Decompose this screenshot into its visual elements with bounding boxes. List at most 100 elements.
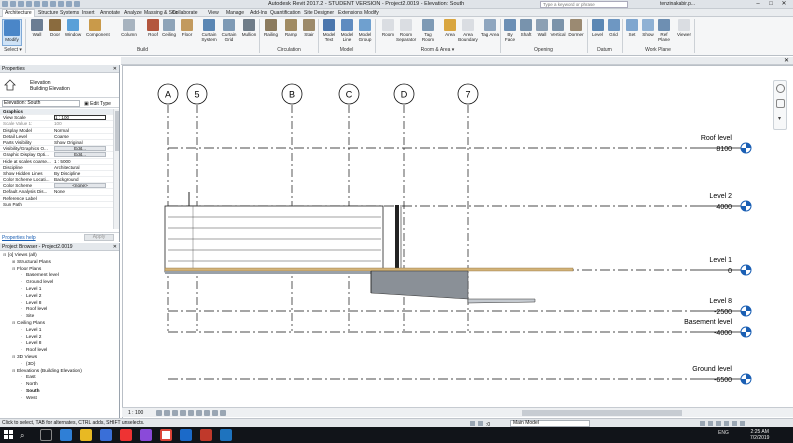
steering-wheel-icon[interactable] — [776, 84, 785, 93]
user-account[interactable]: tenzinakabir.p... — [660, 1, 695, 7]
measure-icon[interactable] — [50, 1, 56, 7]
area-boundary-button[interactable]: Area Boundary — [458, 19, 478, 42]
select-links-icon[interactable] — [700, 421, 705, 426]
wall-button[interactable]: Wall — [534, 19, 550, 37]
browser-node[interactable]: · Level 2 — [0, 334, 119, 341]
ribbon-tab-architecture[interactable]: Architecture — [2, 9, 35, 17]
search-icon[interactable]: ⌕ — [20, 431, 24, 441]
door-button[interactable]: Door — [46, 19, 64, 37]
select-by-face-icon[interactable] — [724, 421, 729, 426]
ribbon-tab-insert[interactable]: Insert — [82, 10, 95, 16]
viewer-button[interactable]: Viewer — [676, 19, 692, 37]
property-row[interactable]: Sun Path — [0, 202, 113, 208]
close-icon[interactable]: ✕ — [778, 0, 790, 9]
level-button[interactable]: Level — [590, 19, 605, 37]
window-button[interactable]: Window — [64, 19, 82, 37]
tag-room-button[interactable]: Tag Room — [418, 19, 438, 42]
ribbon-tab-collaborate[interactable]: Collaborate — [172, 10, 198, 16]
level-head-icon[interactable] — [740, 142, 752, 154]
ribbon-tab-systems[interactable]: Systems — [60, 10, 79, 16]
level-head-icon[interactable] — [740, 326, 752, 338]
autodesk-icon[interactable] — [200, 429, 212, 441]
print-icon[interactable] — [42, 1, 48, 7]
crop-view-icon[interactable] — [188, 410, 194, 416]
visual-style-icon[interactable] — [164, 410, 170, 416]
task-view-icon[interactable] — [40, 429, 52, 441]
building-elevation[interactable] — [164, 192, 574, 304]
set-button[interactable]: Set — [624, 19, 640, 37]
app-menu-icon[interactable] — [2, 1, 8, 7]
level-head-icon[interactable] — [740, 373, 752, 385]
store-icon[interactable] — [100, 429, 112, 441]
browser-node[interactable]: · Basement level — [0, 272, 119, 279]
browser-node[interactable]: · South — [0, 388, 119, 395]
area-button[interactable]: Area — [440, 19, 460, 37]
worksets-icon[interactable] — [470, 421, 475, 426]
browser-node[interactable]: ⊟ Ceiling Plans — [0, 320, 119, 327]
elevation-view-canvas[interactable]: A 5 B C D 7 Roof level 8100 Level 2 4000 Level 1 0 L… — [122, 65, 793, 418]
hide-isolate-icon[interactable] — [212, 410, 218, 416]
mail-icon[interactable] — [120, 429, 132, 441]
instance-selector[interactable]: Elevation: South — [2, 100, 80, 107]
close-browser-icon[interactable]: ✕ — [113, 243, 117, 251]
sun-path-icon[interactable] — [172, 410, 178, 416]
ribbon-tab-add-ins[interactable]: Add-Ins — [250, 10, 267, 16]
browser-node[interactable]: ⊞ Structural Plans — [0, 259, 119, 266]
lock-icon[interactable] — [204, 410, 210, 416]
filter-icon[interactable] — [740, 421, 745, 426]
ramp-button[interactable]: Ramp — [282, 19, 300, 37]
browser-node[interactable]: · West — [0, 395, 119, 402]
show-crop-icon[interactable] — [196, 410, 202, 416]
sync-icon[interactable] — [478, 421, 483, 426]
section-icon[interactable] — [74, 1, 80, 7]
component-button[interactable]: Component — [86, 19, 110, 37]
wall-button[interactable]: Wall — [28, 19, 46, 37]
edge-icon[interactable] — [60, 429, 72, 441]
chrome-icon[interactable] — [160, 429, 172, 441]
model-line-button[interactable]: Model Line — [338, 19, 356, 42]
ceiling-button[interactable]: Ceiling — [160, 19, 178, 37]
design-options-dropdown[interactable]: Main Model — [510, 420, 590, 427]
maximize-icon[interactable]: □ — [765, 0, 777, 9]
type-selector[interactable]: Elevation Building Elevation — [0, 74, 119, 98]
detail-level-icon[interactable] — [156, 410, 162, 416]
select-dropdown[interactable]: Select ▾ — [2, 47, 24, 53]
text-icon[interactable] — [58, 1, 64, 7]
browser-node[interactable]: · Level 8 — [0, 300, 119, 307]
browser-node[interactable]: · Site — [0, 313, 119, 320]
zoom-icon[interactable] — [776, 99, 785, 108]
ribbon-tab-manage[interactable]: Manage — [226, 10, 244, 16]
ref-plane-button[interactable]: Ref Plane — [656, 19, 672, 42]
browser-node[interactable]: · Level 2 — [0, 293, 119, 300]
railing-button[interactable]: Railing — [262, 19, 280, 37]
ribbon-tab-analyze[interactable]: Analyze — [124, 10, 142, 16]
ribbon-tab-structure[interactable]: Structure — [38, 10, 58, 16]
mullion-button[interactable]: Mullion — [240, 19, 258, 37]
file-explorer-icon[interactable] — [80, 429, 92, 441]
ribbon-tab-view[interactable]: View — [208, 10, 219, 16]
save-icon[interactable] — [18, 1, 24, 7]
browser-node[interactable]: · Level 8 — [0, 340, 119, 347]
browser-node[interactable]: · Level 1 — [0, 327, 119, 334]
ribbon-tab-modify[interactable]: Modify — [364, 10, 379, 16]
ribbon-tab-site-designer[interactable]: Site Designer — [304, 10, 334, 16]
tag-area-button[interactable]: Tag Area — [480, 19, 500, 37]
3d-view-icon[interactable] — [66, 1, 72, 7]
chevron-down-icon[interactable]: ▾ — [778, 115, 781, 122]
edit-type-button[interactable]: ▣ Edit Type — [84, 101, 111, 107]
browser-node[interactable]: · East — [0, 374, 119, 381]
browser-node[interactable]: ⊟ [o] Views (all) — [0, 252, 119, 259]
close-properties-icon[interactable]: ✕ — [113, 65, 117, 73]
windows-start-icon[interactable] — [4, 430, 14, 440]
minimize-icon[interactable]: – — [752, 0, 764, 9]
grid-button[interactable]: Grid — [606, 19, 621, 37]
model-text-button[interactable]: Model Text — [320, 19, 338, 42]
word-icon[interactable] — [180, 429, 192, 441]
curtain-grid-button[interactable]: Curtain Grid — [220, 19, 238, 42]
modify-button[interactable]: Modify — [2, 19, 22, 46]
browser-node[interactable]: · Ground level — [0, 279, 119, 286]
browser-node[interactable]: · Roof level — [0, 347, 119, 354]
floor-button[interactable]: Floor — [178, 19, 196, 37]
browser-node[interactable]: ⊟ Elevations (Building Elevation) — [0, 368, 119, 375]
close-view-icon[interactable]: ✕ — [784, 57, 789, 64]
